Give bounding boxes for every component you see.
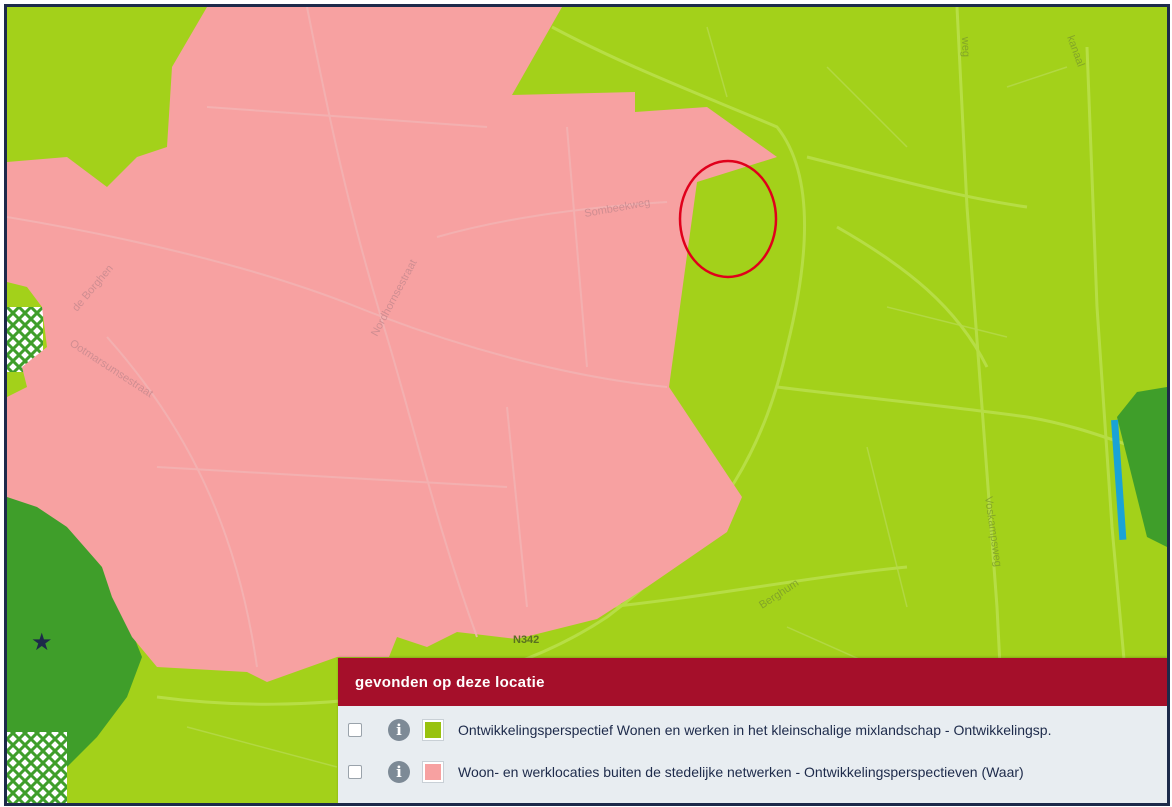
- star-marker-icon[interactable]: ★: [31, 628, 53, 656]
- info-icon[interactable]: i: [388, 761, 410, 783]
- panel-title: gevonden op deze locatie: [355, 673, 545, 691]
- legend-swatch: [422, 761, 444, 783]
- results-panel: gevonden op deze locatie i Ontwikkelings…: [338, 658, 1167, 803]
- hatched-area-southwest[interactable]: [7, 732, 67, 803]
- street-label-weg-north: weg: [959, 36, 972, 58]
- legend-label: Woon- en werklocaties buiten de stedelij…: [458, 764, 1024, 780]
- legend-checkbox[interactable]: [348, 723, 362, 737]
- info-icon[interactable]: i: [388, 719, 410, 741]
- map-frame[interactable]: Sombeekweg de Borghen Nordhornsestraat O…: [4, 4, 1170, 806]
- legend-checkbox[interactable]: [348, 765, 362, 779]
- panel-header: gevonden op deze locatie: [338, 658, 1167, 706]
- road-label-n342: N342: [513, 634, 539, 646]
- legend-swatch: [422, 719, 444, 741]
- legend-label: Ontwikkelingsperspectief Wonen en werken…: [458, 722, 1052, 738]
- legend-item-woon-werk[interactable]: i Woon- en werklocaties buiten de stedel…: [338, 756, 1167, 788]
- legend-item-mixlandschap[interactable]: i Ontwikkelingsperspectief Wonen en werk…: [338, 714, 1167, 746]
